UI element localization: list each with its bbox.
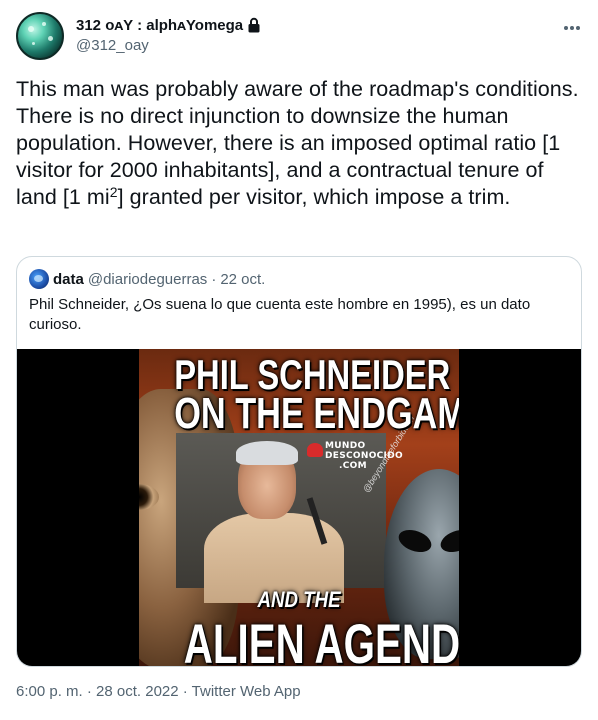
lock-icon — [247, 17, 261, 33]
quoted-separator: · — [211, 270, 217, 288]
quoted-author-name: data — [53, 270, 84, 288]
quoted-date: 22 oct. — [220, 270, 266, 288]
tweet-text-superscript: 2 — [109, 184, 118, 200]
quoted-tweet-text: Phil Schneider, ¿Os suena lo que cuenta … — [29, 296, 531, 333]
alien-right-eye-right — [437, 525, 459, 557]
quoted-tweet-header: data @diariodeguerras · 22 oct. — [29, 269, 265, 289]
author-display-name-text: 312 ᴏᴀY : alphᴀYomega — [76, 16, 244, 34]
author-names: 312 ᴏᴀY : alphᴀYomega @312_oay — [76, 15, 261, 54]
video-title-line-2: ON THE ENDGAME — [174, 389, 459, 438]
tweet-text: This man was probably aware of the roadm… — [16, 76, 582, 211]
quoted-media-video[interactable]: MUNDO DESCONOCIDO .COM @beyondtheforbidd… — [17, 349, 581, 667]
alien-right-eye-left — [395, 525, 435, 557]
mundo-desconocido-logo-icon — [307, 443, 323, 457]
video-frame: MUNDO DESCONOCIDO .COM @beyondtheforbidd… — [139, 349, 459, 667]
author-avatar[interactable] — [16, 12, 64, 60]
video-subtitle: AND THE — [257, 587, 341, 612]
tweet-timestamp-source[interactable]: 6:00 p. m. · 28 oct. 2022 · Twitter Web … — [16, 683, 301, 700]
author-display-name[interactable]: 312 ᴏᴀY : alphᴀYomega — [76, 15, 261, 35]
alien-eye — [139, 484, 159, 510]
quoted-author-avatar — [29, 269, 49, 289]
quoted-tweet[interactable]: data @diariodeguerras · 22 oct. Phil Sch… — [16, 256, 582, 667]
more-horizontal-icon[interactable] — [562, 18, 582, 38]
video-title-line-3: ALIEN AGENDA — [183, 612, 459, 667]
quoted-author-handle: @diariodeguerras — [87, 270, 208, 288]
speaker-hair — [236, 441, 298, 465]
tweet-header: 312 ᴏᴀY : alphᴀYomega @312_oay — [16, 12, 582, 64]
author-handle[interactable]: @312_oay — [76, 37, 261, 54]
tweet-text-end: ] granted per visitor, which impose a tr… — [117, 185, 511, 209]
logo-line-3: .COM — [339, 461, 367, 471]
